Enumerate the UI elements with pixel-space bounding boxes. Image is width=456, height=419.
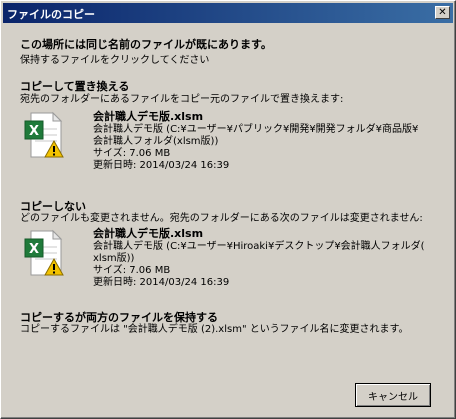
cancel-button[interactable]: キャンセル — [355, 383, 431, 407]
replace-file-modified: 更新日時: 2014/03/24 16:39 — [93, 160, 230, 171]
title-bar[interactable]: ファイルのコピー ✕ — [3, 3, 453, 23]
excel-file-warning-icon: X — [24, 229, 64, 276]
svg-text:X: X — [29, 124, 39, 139]
dont-copy-file-modified: 更新日時: 2014/03/24 16:39 — [93, 277, 230, 288]
conflict-heading: この場所には同じ名前のファイルが既にあります。 — [20, 38, 272, 51]
copy-file-dialog: ファイルのコピー ✕ この場所には同じ名前のファイルが既にあります。 保持するフ… — [0, 0, 456, 419]
excel-file-warning-icon: X — [24, 111, 64, 158]
dont-copy-file-size: サイズ: 7.06 MB — [93, 265, 171, 276]
option-keep-both-title: コピーするが両方のファイルを保持する — [20, 311, 218, 324]
window-title: ファイルのコピー — [7, 8, 95, 21]
option-dont-copy-title: コピーしない — [20, 200, 86, 213]
close-button[interactable]: ✕ — [435, 6, 450, 19]
option-replace-desc: 宛先のフォルダーにあるファイルをコピー元のファイルで置き換えます: — [20, 94, 344, 105]
dont-copy-file-path-cont: xlsm版)) — [93, 253, 135, 264]
cancel-button-label: キャンセル — [368, 391, 418, 403]
replace-file-size: サイズ: 7.06 MB — [93, 148, 171, 159]
svg-text:X: X — [29, 242, 39, 257]
dont-copy-file-name: 会計職人デモ版.xlsm — [93, 227, 204, 240]
option-dont-copy-desc: どのファイルも変更されません。宛先のフォルダーにある次のファイルは変更されません… — [20, 213, 423, 224]
replace-file-name: 会計職人デモ版.xlsm — [93, 110, 204, 123]
replace-file-path-cont: 会計職人フォルダ(xlsm版)) — [93, 136, 219, 147]
replace-file-path: 会計職人デモ版 (C:¥ユーザー¥パブリック¥開発¥開発フォルダ¥商品版¥ — [93, 124, 419, 135]
option-keep-both-desc: コピーするファイルは "会計職人デモ版 (2).xlsm" というファイル名に変… — [20, 324, 409, 335]
instruction-text: 保持するファイルをクリックしてください — [20, 55, 210, 66]
dont-copy-file-path: 会計職人デモ版 (C:¥ユーザー¥Hiroaki¥デスクトップ¥会計職人フォルダ… — [93, 241, 425, 252]
option-replace-title: コピーして置き換える — [20, 80, 130, 93]
